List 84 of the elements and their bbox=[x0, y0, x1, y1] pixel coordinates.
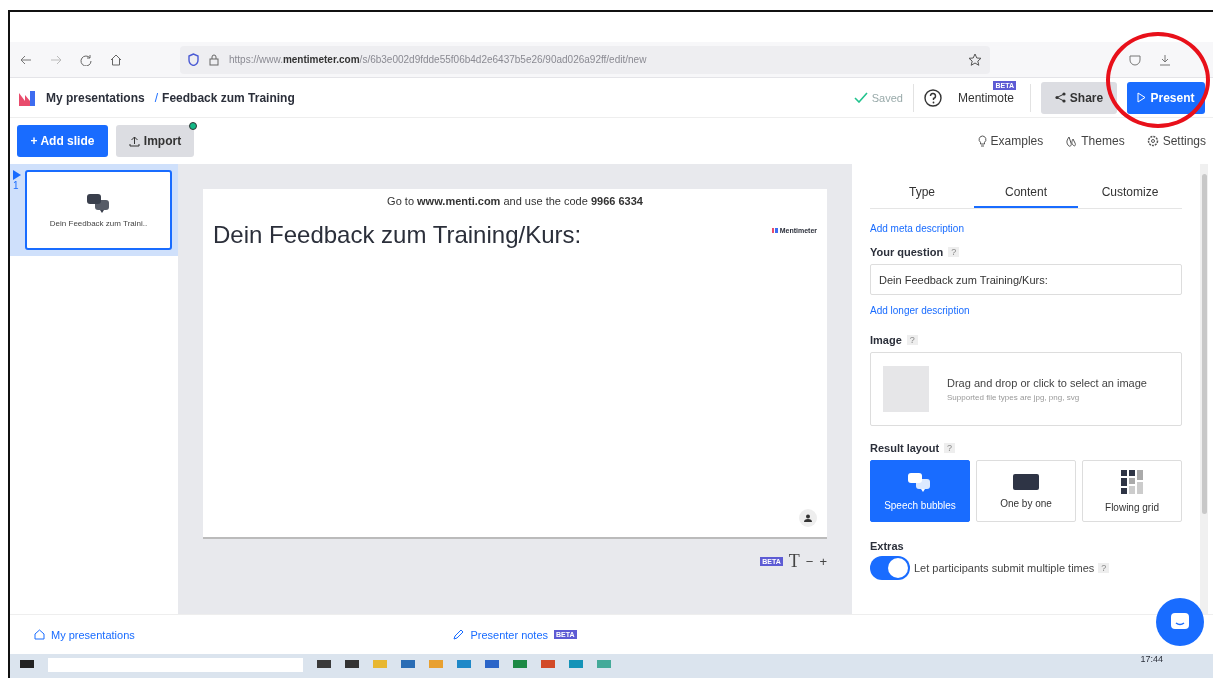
logo-icon[interactable] bbox=[18, 88, 36, 107]
star-icon[interactable] bbox=[968, 52, 982, 67]
share-icon bbox=[1054, 92, 1066, 103]
taskbar-app-icon[interactable] bbox=[401, 660, 415, 668]
layout-option[interactable]: Speech bubbles bbox=[870, 460, 970, 522]
taskbar-app-icon[interactable] bbox=[541, 660, 555, 668]
font-size-button[interactable]: T bbox=[788, 551, 800, 572]
panel-tab[interactable]: Customize bbox=[1078, 178, 1182, 208]
taskbar-app-icon[interactable] bbox=[597, 660, 611, 668]
slide-title: Dein Feedback zum Traini.. bbox=[49, 218, 148, 228]
settings-icon bbox=[1146, 135, 1159, 147]
home-icon[interactable] bbox=[110, 53, 122, 66]
pencil-icon bbox=[453, 629, 465, 640]
my-presentations-link[interactable]: My presentations bbox=[10, 628, 178, 641]
notification-dot bbox=[189, 122, 197, 130]
panel-tab[interactable]: Type bbox=[870, 178, 974, 208]
breadcrumb-link[interactable]: My presentations bbox=[46, 90, 145, 105]
toggle-switch[interactable] bbox=[870, 556, 910, 580]
taskbar-app-icon[interactable] bbox=[429, 660, 443, 668]
home-icon bbox=[34, 629, 45, 640]
address-bar[interactable]: https://www.mentimeter.com/s/6b3e002d9fdde55f06b4d2e6437b5e26/90ad026a92ff/edit/new bbox=[180, 45, 990, 74]
slide-thumbnail-row[interactable]: 1 Dein Feedback zum Traini.. bbox=[10, 164, 178, 256]
taskbar-app-icon[interactable] bbox=[373, 660, 387, 668]
decrease-button[interactable]: − bbox=[805, 554, 814, 569]
image-label: Image bbox=[870, 334, 902, 346]
speech-bubbles-icon bbox=[85, 192, 112, 213]
lock-icon bbox=[209, 53, 219, 66]
increase-button[interactable]: + bbox=[819, 554, 827, 569]
chat-button[interactable] bbox=[1156, 598, 1204, 646]
current-slide-icon bbox=[13, 170, 21, 180]
check-icon bbox=[853, 92, 868, 103]
import-button[interactable]: Import bbox=[116, 125, 194, 157]
mentimeter-logo-icon bbox=[771, 228, 778, 233]
saved-status: Saved bbox=[871, 91, 903, 104]
image-drop-zone[interactable]: Drag and drop or click to select an image Supported file types are jpg, png, svg bbox=[870, 352, 1182, 426]
toolbar-link[interactable]: Examples bbox=[977, 134, 1044, 148]
presentation-title: Feedback zum Training bbox=[162, 90, 295, 105]
taskbar-app-icon[interactable] bbox=[569, 660, 583, 668]
longer-description-link[interactable]: Add longer description bbox=[870, 305, 1182, 316]
file-types-note: Supported file types are jpg, png, svg bbox=[947, 392, 1081, 402]
chat-icon bbox=[1170, 612, 1190, 632]
present-button[interactable]: Present bbox=[1127, 81, 1205, 114]
layout-option[interactable]: Flowing grid bbox=[1082, 460, 1182, 522]
breadcrumb-separator: / bbox=[154, 90, 159, 105]
back-icon[interactable] bbox=[20, 54, 32, 65]
image-hint: Drag and drop or click to select an image bbox=[947, 376, 1147, 389]
toolbar-link[interactable]: Settings bbox=[1146, 134, 1206, 148]
upload-icon bbox=[128, 135, 140, 147]
image-placeholder bbox=[883, 366, 929, 412]
url-text: https://www.mentimeter.com/s/6b3e002d9fdde55f06b4d2e6437b5e26/90ad026a92ff/edit/new bbox=[229, 54, 647, 65]
join-instructions: Go to www.menti.com and use the code 9966 6334 bbox=[386, 195, 644, 207]
meta-description-link[interactable]: Add meta description bbox=[870, 223, 1182, 234]
add-slide-button[interactable]: + Add slide bbox=[17, 125, 108, 157]
shield-icon bbox=[188, 53, 199, 66]
lightbulb-icon bbox=[977, 135, 987, 147]
result-layout-label: Result layout bbox=[870, 442, 940, 454]
extras-label: Extras bbox=[870, 540, 904, 552]
taskbar-app-icon[interactable] bbox=[513, 660, 527, 668]
toggle-label: Let participants submit multiple times bbox=[914, 562, 1095, 574]
question-label: Your question bbox=[870, 246, 944, 258]
card-icon bbox=[1013, 473, 1039, 490]
taskbar-app-icon[interactable] bbox=[317, 660, 331, 668]
slide-thumbnail[interactable]: Dein Feedback zum Traini.. bbox=[25, 170, 172, 250]
forward-icon[interactable] bbox=[50, 54, 62, 65]
toolbar-link[interactable]: Themes bbox=[1065, 134, 1125, 148]
question-field[interactable]: Dein Feedback zum Training/Kurs: bbox=[870, 264, 1182, 295]
taskbar-app-icon[interactable] bbox=[457, 660, 471, 668]
grid-icon bbox=[1121, 469, 1143, 494]
taskbar-app-icon[interactable] bbox=[485, 660, 499, 668]
taskbar-search-field[interactable] bbox=[48, 658, 303, 672]
slide-question: Dein Feedback zum Training/Kurs: bbox=[213, 221, 582, 249]
taskbar-app-icon[interactable] bbox=[345, 660, 359, 668]
participant-icon[interactable] bbox=[799, 509, 817, 527]
speech-bubbles-icon bbox=[907, 471, 933, 492]
layout-option[interactable]: One by one bbox=[976, 460, 1076, 522]
slide-number: 1 bbox=[13, 180, 20, 191]
panel-tab[interactable]: Content bbox=[974, 178, 1078, 208]
taskbar-clock: 17:44 bbox=[1140, 654, 1163, 664]
reload-icon[interactable] bbox=[80, 53, 92, 66]
download-icon[interactable] bbox=[1159, 53, 1171, 66]
play-icon bbox=[1137, 92, 1147, 103]
drops-icon bbox=[1065, 135, 1078, 147]
help-icon[interactable] bbox=[923, 88, 942, 107]
share-button[interactable]: Share bbox=[1041, 81, 1117, 114]
